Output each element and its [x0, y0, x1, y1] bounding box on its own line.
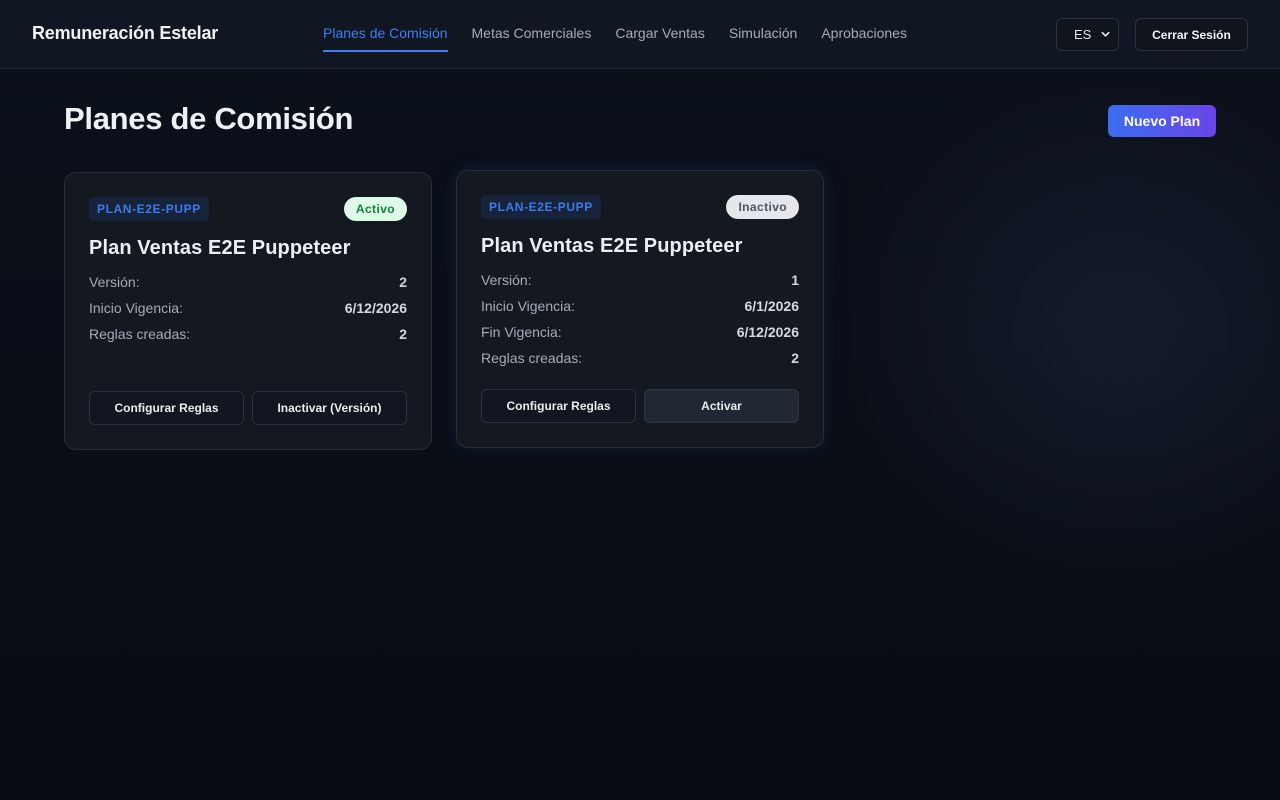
nav-tab-metas-comerciales[interactable]: Metas Comerciales — [472, 0, 592, 69]
nav-tab-aprobaciones[interactable]: Aprobaciones — [821, 0, 907, 69]
detail-row-reglas-creadas: Reglas creadas: 2 — [481, 345, 799, 371]
nav-tab-planes-comision[interactable]: Planes de Comisión — [323, 0, 448, 69]
detail-value: 2 — [399, 274, 407, 290]
detail-value: 2 — [399, 326, 407, 342]
main-nav: Planes de Comisión Metas Comerciales Car… — [323, 0, 907, 69]
plan-code-badge: PLAN-E2E-PUPP — [481, 195, 601, 219]
detail-value: 6/12/2026 — [736, 324, 799, 340]
plan-details: Versión: 1 Inicio Vigencia: 6/1/2026 Fin… — [481, 267, 799, 371]
detail-row-inicio-vigencia: Inicio Vigencia: 6/1/2026 — [481, 293, 799, 319]
configure-rules-button[interactable]: Configurar Reglas — [481, 389, 636, 423]
detail-value: 1 — [791, 272, 799, 288]
detail-row-reglas-creadas: Reglas creadas: 2 — [89, 321, 407, 347]
detail-label: Versión: — [481, 272, 532, 288]
app-brand: Remuneración Estelar — [32, 23, 219, 43]
detail-label: Reglas creadas: — [89, 326, 191, 342]
nav-tab-cargar-ventas[interactable]: Cargar Ventas — [615, 0, 705, 69]
detail-row-version: Versión: 1 — [481, 267, 799, 293]
detail-row-fin-vigencia: Fin Vigencia: 6/12/2026 — [481, 319, 799, 345]
detail-value: 6/1/2026 — [744, 298, 800, 314]
page-title: Planes de Comisión — [64, 101, 354, 136]
language-value: ES — [1074, 27, 1092, 42]
detail-value: 6/12/2026 — [344, 300, 407, 316]
detail-label: Inicio Vigencia: — [481, 298, 575, 314]
detail-label: Reglas creadas: — [481, 350, 583, 366]
plan-card: PLAN-E2E-PUPP Inactivo Plan Ventas E2E P… — [456, 170, 824, 448]
plan-card: PLAN-E2E-PUPP Activo Plan Ventas E2E Pup… — [64, 172, 432, 450]
new-plan-button[interactable]: Nuevo Plan — [1108, 105, 1216, 137]
detail-label: Versión: — [89, 274, 140, 290]
top-bar: Remuneración Estelar Planes de Comisión … — [0, 0, 1280, 69]
status-badge: Inactivo — [726, 195, 799, 219]
nav-tab-label: Aprobaciones — [821, 24, 907, 41]
detail-row-version: Versión: 2 — [89, 269, 407, 295]
language-select[interactable]: ES — [1056, 18, 1119, 51]
detail-row-inicio-vigencia: Inicio Vigencia: 6/12/2026 — [89, 295, 407, 321]
chevron-down-icon — [1101, 31, 1110, 37]
plan-name: Plan Ventas E2E Puppeteer — [481, 235, 743, 257]
status-badge: Activo — [343, 197, 407, 221]
plan-details: Versión: 2 Inicio Vigencia: 6/12/2026 Re… — [89, 269, 407, 347]
configure-rules-button[interactable]: Configurar Reglas — [89, 391, 244, 425]
nav-tab-label: Metas Comerciales — [471, 24, 592, 41]
logout-button[interactable]: Cerrar Sesión — [1135, 18, 1248, 51]
detail-label: Inicio Vigencia: — [89, 300, 183, 316]
detail-label: Fin Vigencia: — [481, 324, 562, 340]
nav-tab-label: Planes de Comisión — [323, 24, 448, 41]
plan-name: Plan Ventas E2E Puppeteer — [89, 237, 351, 259]
nav-tab-label: Cargar Ventas — [615, 24, 705, 41]
deactivate-version-button[interactable]: Inactivar (Versión) — [252, 391, 407, 425]
nav-tab-label: Simulación — [728, 24, 798, 41]
plan-code-badge: PLAN-E2E-PUPP — [89, 197, 209, 221]
activate-button[interactable]: Activar — [644, 389, 799, 423]
nav-tab-simulacion[interactable]: Simulación — [729, 0, 797, 69]
detail-value: 2 — [791, 350, 799, 366]
